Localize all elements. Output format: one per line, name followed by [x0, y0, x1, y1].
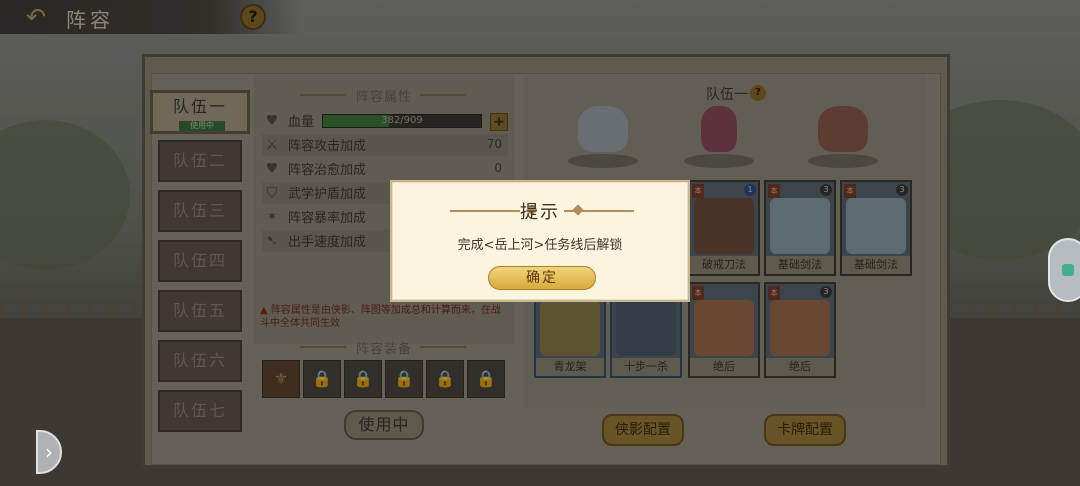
floating-assistant-button[interactable] — [1048, 238, 1080, 302]
confirm-button[interactable]: 确定 — [488, 266, 596, 290]
dialog-message: 完成<岳上河>任务线后解锁 — [457, 238, 623, 253]
ornament-line — [564, 210, 634, 212]
dialog-title: 提示 — [520, 202, 560, 223]
assistant-icon — [1062, 264, 1074, 276]
unlock-dialog: 提示 完成<岳上河>任务线后解锁 确定 — [390, 180, 690, 302]
chevron-right-icon: › — [45, 440, 53, 464]
